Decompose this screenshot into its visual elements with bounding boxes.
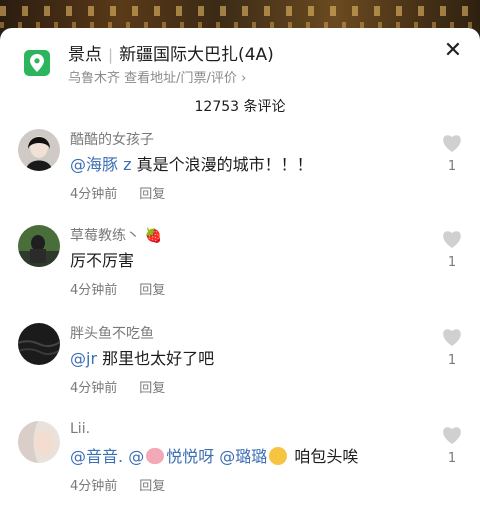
comment-text: 厉不厉害 bbox=[70, 251, 135, 270]
mention-link[interactable]: @jr bbox=[70, 349, 97, 368]
reply-button[interactable]: 回复 bbox=[139, 187, 165, 202]
avatar[interactable] bbox=[18, 225, 60, 267]
reply-button[interactable]: 回复 bbox=[139, 283, 165, 298]
mention-link[interactable]: @音音. bbox=[70, 447, 123, 466]
comment-body: 咱包头唉 bbox=[289, 447, 359, 466]
reply-button[interactable]: 回复 bbox=[139, 381, 165, 396]
comment-username[interactable]: Lii. bbox=[70, 421, 90, 437]
comment-username[interactable]: 酷酷的女孩子 bbox=[70, 129, 154, 149]
close-button[interactable]: ✕ bbox=[440, 38, 466, 64]
poi-name: 新疆国际大巴扎(4A) bbox=[119, 45, 274, 65]
like-count: 1 bbox=[447, 451, 457, 466]
poi-category: 景点 bbox=[68, 45, 102, 65]
avatar[interactable] bbox=[18, 421, 60, 463]
comment-time: 4分钟前 bbox=[70, 381, 118, 396]
pig-emoji-icon bbox=[146, 448, 165, 464]
username-text: 草莓教练丶 bbox=[70, 228, 140, 244]
comment-time: 4分钟前 bbox=[70, 187, 118, 202]
comment-count: 12753 条评论 bbox=[194, 99, 286, 115]
comment-body: 真是个浪漫的城市！！！ bbox=[131, 155, 313, 174]
like-button[interactable] bbox=[440, 327, 464, 351]
comment-body: 那里也太好了吧 bbox=[97, 349, 215, 368]
comment-item: Lii. @音音. @ 悦悦呀 @璐璐 咱包头唉 4分钟前 回复 1 bbox=[0, 421, 480, 519]
heart-icon bbox=[443, 231, 461, 248]
reply-button[interactable]: 回复 bbox=[139, 479, 165, 494]
mention-link[interactable]: @ 悦悦呀 bbox=[128, 447, 214, 466]
comment-meta: 4分钟前 回复 bbox=[70, 279, 165, 298]
comment-sheet: 景点 | 新疆国际大巴扎(4A) 乌鲁木齐 查看地址/门票/评价 › ✕ 12753… bbox=[0, 28, 480, 494]
building-lights bbox=[0, 6, 480, 16]
comment-text: @音音. @ 悦悦呀 @璐璐 咱包头唉 bbox=[70, 443, 358, 467]
party-face-emoji-icon bbox=[269, 447, 288, 465]
mention-link[interactable]: @海豚 z bbox=[70, 155, 132, 174]
poi-subtitle[interactable]: 乌鲁木齐 查看地址/门票/评价 › bbox=[68, 67, 246, 86]
chevron-right-icon: › bbox=[241, 71, 247, 86]
comment-username[interactable]: 草莓教练丶 🍓 bbox=[70, 225, 162, 245]
heart-icon bbox=[443, 427, 461, 444]
comment-meta: 4分钟前 回复 bbox=[70, 183, 165, 202]
avatar[interactable] bbox=[18, 323, 60, 365]
comment-time: 4分钟前 bbox=[70, 479, 118, 494]
close-icon: ✕ bbox=[443, 38, 463, 63]
poi-details-link[interactable]: 查看地址/门票/评价 bbox=[124, 71, 237, 86]
like-button[interactable] bbox=[440, 425, 464, 449]
poi-header[interactable]: 景点 | 新疆国际大巴扎(4A) 乌鲁木齐 查看地址/门票/评价 › ✕ bbox=[0, 28, 480, 88]
like-count: 1 bbox=[447, 353, 457, 368]
mention-at: @ bbox=[128, 447, 145, 466]
heart-icon bbox=[443, 329, 461, 346]
avatar[interactable] bbox=[18, 129, 60, 171]
comment-text: @海豚 z 真是个浪漫的城市！！！ bbox=[70, 151, 313, 175]
mention-name: 悦悦呀 bbox=[166, 447, 215, 466]
heart-icon bbox=[443, 135, 461, 152]
like-button[interactable] bbox=[440, 133, 464, 157]
like-button[interactable] bbox=[440, 229, 464, 253]
like-count: 1 bbox=[447, 255, 457, 270]
comment-item: 胖头鱼不吃鱼 @jr 那里也太好了吧 4分钟前 回复 1 bbox=[0, 323, 480, 421]
poi-title: 景点 | 新疆国际大巴扎(4A) bbox=[68, 40, 274, 65]
comment-time: 4分钟前 bbox=[70, 283, 118, 298]
location-pin-icon bbox=[24, 50, 50, 76]
like-count: 1 bbox=[447, 159, 457, 174]
comment-item: 草莓教练丶 🍓 厉不厉害 4分钟前 回复 1 bbox=[0, 225, 480, 323]
comment-meta: 4分钟前 回复 bbox=[70, 475, 165, 494]
strawberry-icon: 🍓 bbox=[144, 228, 162, 244]
title-divider: | bbox=[108, 46, 114, 64]
comment-meta: 4分钟前 回复 bbox=[70, 377, 165, 396]
comment-username[interactable]: 胖头鱼不吃鱼 bbox=[70, 323, 154, 343]
comment-item: 酷酷的女孩子 @海豚 z 真是个浪漫的城市！！！ 4分钟前 回复 1 bbox=[0, 129, 480, 227]
poi-city: 乌鲁木齐 bbox=[68, 71, 121, 86]
mention-link[interactable]: @璐璐 bbox=[219, 447, 267, 466]
comment-text: @jr 那里也太好了吧 bbox=[70, 345, 214, 369]
